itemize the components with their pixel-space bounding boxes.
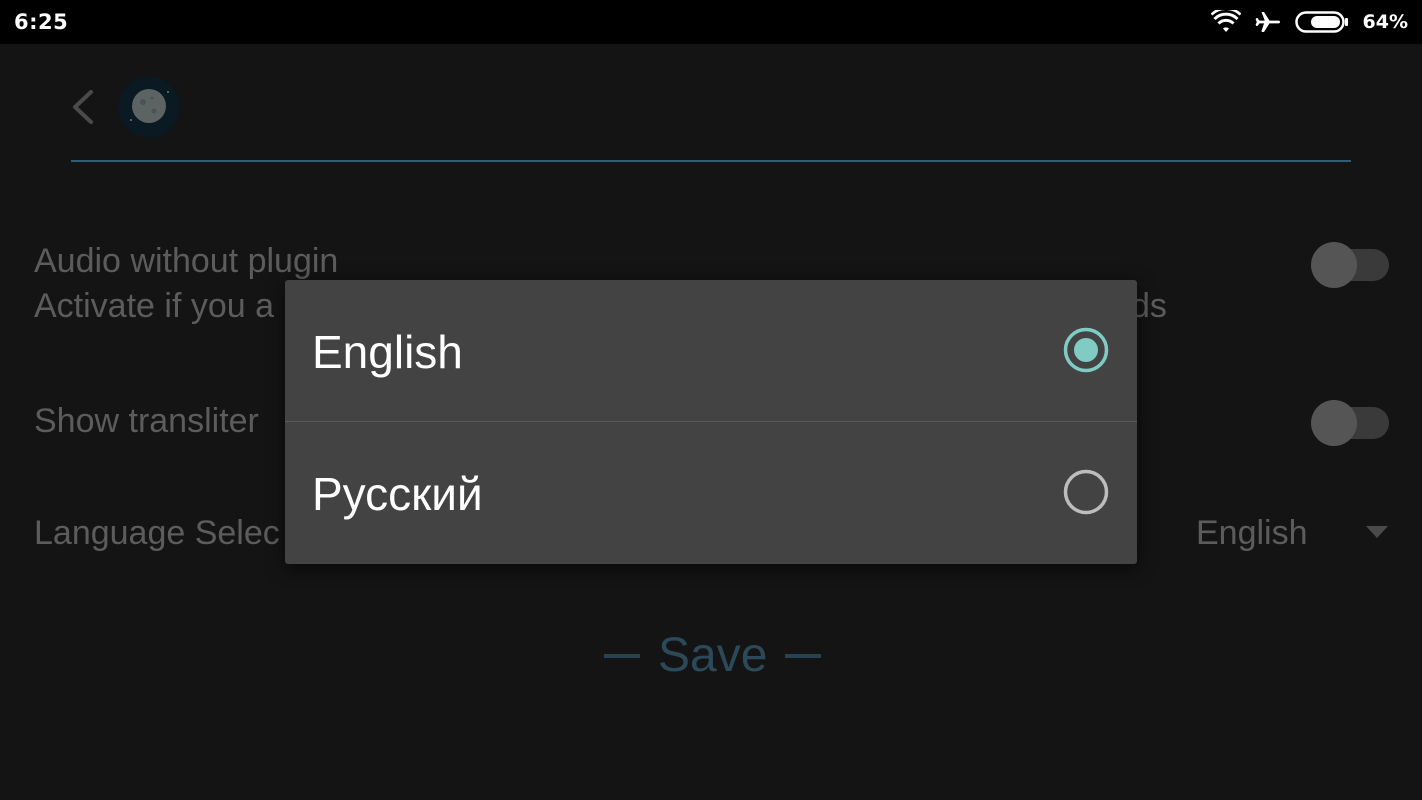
dropdown-caret-icon[interactable] [1366, 526, 1388, 540]
audio-setting-subtitle: Activate if you a [34, 287, 275, 325]
status-time: 6:25 [14, 10, 69, 34]
battery-percent: 64% [1362, 11, 1408, 33]
screen: 6:25 64% Audio without plugin Activate i… [0, 0, 1422, 800]
toggle-thumb [1311, 242, 1357, 288]
option-label: Русский [312, 468, 483, 520]
radio-selected-icon[interactable] [1063, 327, 1109, 373]
save-dash-left [604, 653, 640, 658]
audio-toggle[interactable] [1311, 234, 1389, 288]
save-button[interactable]: Save [604, 628, 822, 683]
save-dash-right [785, 653, 822, 658]
status-icons: 64% [1210, 8, 1408, 36]
status-bar: 6:25 64% [0, 0, 1422, 44]
radio-unselected-icon[interactable] [1063, 469, 1109, 515]
transliteration-setting-title: Show transliter [34, 402, 259, 440]
save-label: Save [658, 629, 768, 682]
audio-setting-title: Audio without plugin [34, 242, 339, 280]
option-label: English [312, 326, 463, 378]
language-select-value[interactable]: English [1196, 514, 1308, 553]
language-setting-title: Language Selec [34, 514, 280, 552]
back-button[interactable] [60, 82, 104, 130]
toggle-thumb [1311, 400, 1357, 446]
header-divider [71, 160, 1351, 162]
language-option-russian[interactable]: Русский [285, 422, 1137, 564]
language-option-english[interactable]: English [285, 280, 1137, 422]
transliteration-toggle[interactable] [1311, 392, 1389, 446]
moon-logo [118, 76, 180, 138]
battery-icon [1294, 11, 1349, 33]
language-dialog: English Русский [285, 280, 1137, 564]
chevron-left-icon [73, 90, 93, 124]
wifi-icon [1210, 10, 1241, 34]
airplane-mode-icon [1255, 9, 1281, 35]
